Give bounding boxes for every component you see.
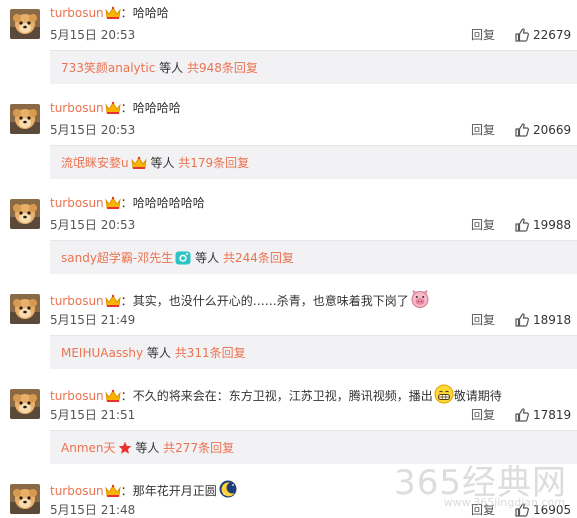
comment-text: 不久的将来会在：东方卫视，江苏卫视，腾讯视频，播出	[132, 389, 433, 403]
comment-separator: ：	[120, 196, 133, 210]
sub-reply-total-link[interactable]: 共311条回复	[175, 346, 246, 360]
sub-replies-summary[interactable]: MEIHUAasshy 等人 共311条回复	[50, 335, 577, 369]
reply-button[interactable]: 回复	[471, 122, 495, 138]
comment-time: 5月15日 21:51	[50, 408, 136, 422]
dog-avatar-icon	[10, 389, 40, 419]
sub-replies-summary[interactable]: sandy超学霸-邓先生 等人 共244条回复	[50, 240, 577, 274]
thumbs-up-icon[interactable]	[514, 312, 530, 328]
comment-header: turbosun ：哈哈哈	[50, 4, 169, 22]
comment-text: 那年花开月正圆	[132, 484, 217, 498]
comment-time: 5月15日 20:53	[50, 123, 136, 137]
comment-header: turbosun ：不久的将来会在：东方卫视，江苏卫视，腾讯视频，播出 敬请期待	[50, 384, 502, 405]
camera-badge-icon	[175, 251, 191, 265]
comment-time: 5月15日 21:48	[50, 503, 136, 517]
comment-text: 哈哈哈哈	[132, 101, 181, 115]
comment-separator: ：	[120, 389, 133, 403]
sub-reply-username[interactable]: Anmen天	[61, 441, 116, 455]
comment-time: 5月15日 21:49	[50, 313, 136, 327]
comment-username[interactable]: turbosun	[50, 389, 104, 403]
sub-replies-line: MEIHUAasshy 等人 共311条回复	[61, 344, 246, 362]
comment-time: 5月15日 20:53	[50, 28, 136, 42]
sub-reply-username[interactable]: 流氓眯安婺u	[61, 156, 129, 170]
comment-time: 5月15日 20:53	[50, 218, 136, 232]
user-avatar[interactable]	[10, 294, 40, 324]
comment-username[interactable]: turbosun	[50, 101, 104, 115]
comment-username[interactable]: turbosun	[50, 484, 104, 498]
vip-crown-badge-icon	[105, 294, 121, 308]
vip-crown-badge-icon	[105, 389, 121, 403]
sub-reply-total-link[interactable]: 共948条回复	[187, 61, 258, 75]
vip-crown-badge-icon	[105, 196, 121, 210]
moon-icon	[218, 479, 238, 499]
dog-avatar-icon	[10, 294, 40, 324]
sub-reply-total-link[interactable]: 共277条回复	[163, 441, 234, 455]
like-count: 22679	[533, 28, 572, 42]
comment-item: turbosun ：其实，也没什么开心的……杀青，也意味着我下岗了 5月15日 2…	[0, 285, 577, 379]
sub-reply-etc: 等人	[150, 156, 175, 170]
reply-button[interactable]: 回复	[471, 312, 495, 328]
reply-button[interactable]: 回复	[471, 407, 495, 423]
comment-username[interactable]: turbosun	[50, 6, 104, 20]
vip-crown-badge-icon	[131, 156, 147, 170]
sub-reply-etc: 等人	[159, 61, 184, 75]
sub-replies-summary[interactable]: 733笑颜analytic 等人 共948条回复	[50, 50, 577, 84]
grin-icon	[434, 384, 454, 404]
sub-replies-line: Anmen天 等人 共277条回复	[61, 439, 234, 457]
comment-header: turbosun ：那年花开月正圆	[50, 479, 238, 500]
thumbs-up-icon[interactable]	[514, 217, 530, 233]
comment-text: 其实，也没什么开心的……杀青，也意味着我下岗了	[132, 294, 409, 308]
like-count: 20669	[533, 123, 572, 137]
comment-username[interactable]: turbosun	[50, 196, 104, 210]
like-count: 18918	[533, 313, 572, 327]
dog-avatar-icon	[10, 9, 40, 39]
dog-avatar-icon	[10, 104, 40, 134]
user-avatar[interactable]	[10, 9, 40, 39]
comment-header: turbosun ：其实，也没什么开心的……杀青，也意味着我下岗了	[50, 289, 430, 310]
sub-reply-etc: 等人	[195, 251, 220, 265]
comment-text: 哈哈哈	[132, 6, 169, 20]
red-star-icon	[118, 441, 132, 455]
sub-reply-total-link[interactable]: 共244条回复	[223, 251, 294, 265]
sub-replies-summary[interactable]: 流氓眯安婺u 等人 共179条回复	[50, 145, 577, 179]
like-count: 17819	[533, 408, 572, 422]
comment-separator: ：	[120, 294, 133, 308]
user-avatar[interactable]	[10, 199, 40, 229]
vip-crown-badge-icon	[105, 484, 121, 498]
thumbs-up-icon[interactable]	[514, 122, 530, 138]
sub-reply-etc: 等人	[146, 346, 171, 360]
comment-item: turbosun ：哈哈哈 5月15日 20:53 回复 22679 733笑颜a…	[0, 0, 577, 94]
comment-separator: ：	[120, 484, 133, 498]
comment-username[interactable]: turbosun	[50, 294, 104, 308]
dog-avatar-icon	[10, 199, 40, 229]
comment-separator: ：	[120, 6, 133, 20]
sub-reply-username[interactable]: sandy超学霸-邓先生	[61, 251, 173, 265]
comment-header: turbosun ：哈哈哈哈	[50, 99, 181, 117]
vip-crown-badge-icon	[105, 101, 121, 115]
sub-reply-username[interactable]: MEIHUAasshy	[61, 346, 143, 360]
sub-reply-total-link[interactable]: 共179条回复	[178, 156, 249, 170]
comment-item: turbosun ：哈哈哈哈 5月15日 20:53 回复 20669 流氓眯安婺…	[0, 95, 577, 189]
comment-text-after: 敬请期待	[453, 389, 502, 403]
dog-avatar-icon	[10, 484, 40, 514]
thumbs-up-icon[interactable]	[514, 27, 530, 43]
sub-replies-line: sandy超学霸-邓先生 等人 共244条回复	[61, 249, 294, 267]
user-avatar[interactable]	[10, 484, 40, 514]
reply-button[interactable]: 回复	[471, 27, 495, 43]
reply-button[interactable]: 回复	[471, 217, 495, 233]
site-watermark-url: www.365jingdian.com	[443, 496, 565, 509]
comment-text: 哈哈哈哈哈哈	[132, 196, 205, 210]
sub-reply-username[interactable]: 733笑颜analytic	[61, 61, 155, 75]
sub-replies-line: 733笑颜analytic 等人 共948条回复	[61, 59, 258, 77]
thumbs-up-icon[interactable]	[514, 407, 530, 423]
comment-header: turbosun ：哈哈哈哈哈哈	[50, 194, 205, 212]
pig-face-icon	[410, 289, 430, 309]
sub-reply-etc: 等人	[135, 441, 160, 455]
user-avatar[interactable]	[10, 389, 40, 419]
sub-replies-line: 流氓眯安婺u 等人 共179条回复	[61, 154, 249, 172]
user-avatar[interactable]	[10, 104, 40, 134]
comment-item: turbosun ：哈哈哈哈哈哈 5月15日 20:53 回复 19988 san…	[0, 190, 577, 284]
comment-separator: ：	[120, 101, 133, 115]
like-count: 19988	[533, 218, 572, 232]
vip-crown-badge-icon	[105, 6, 121, 20]
